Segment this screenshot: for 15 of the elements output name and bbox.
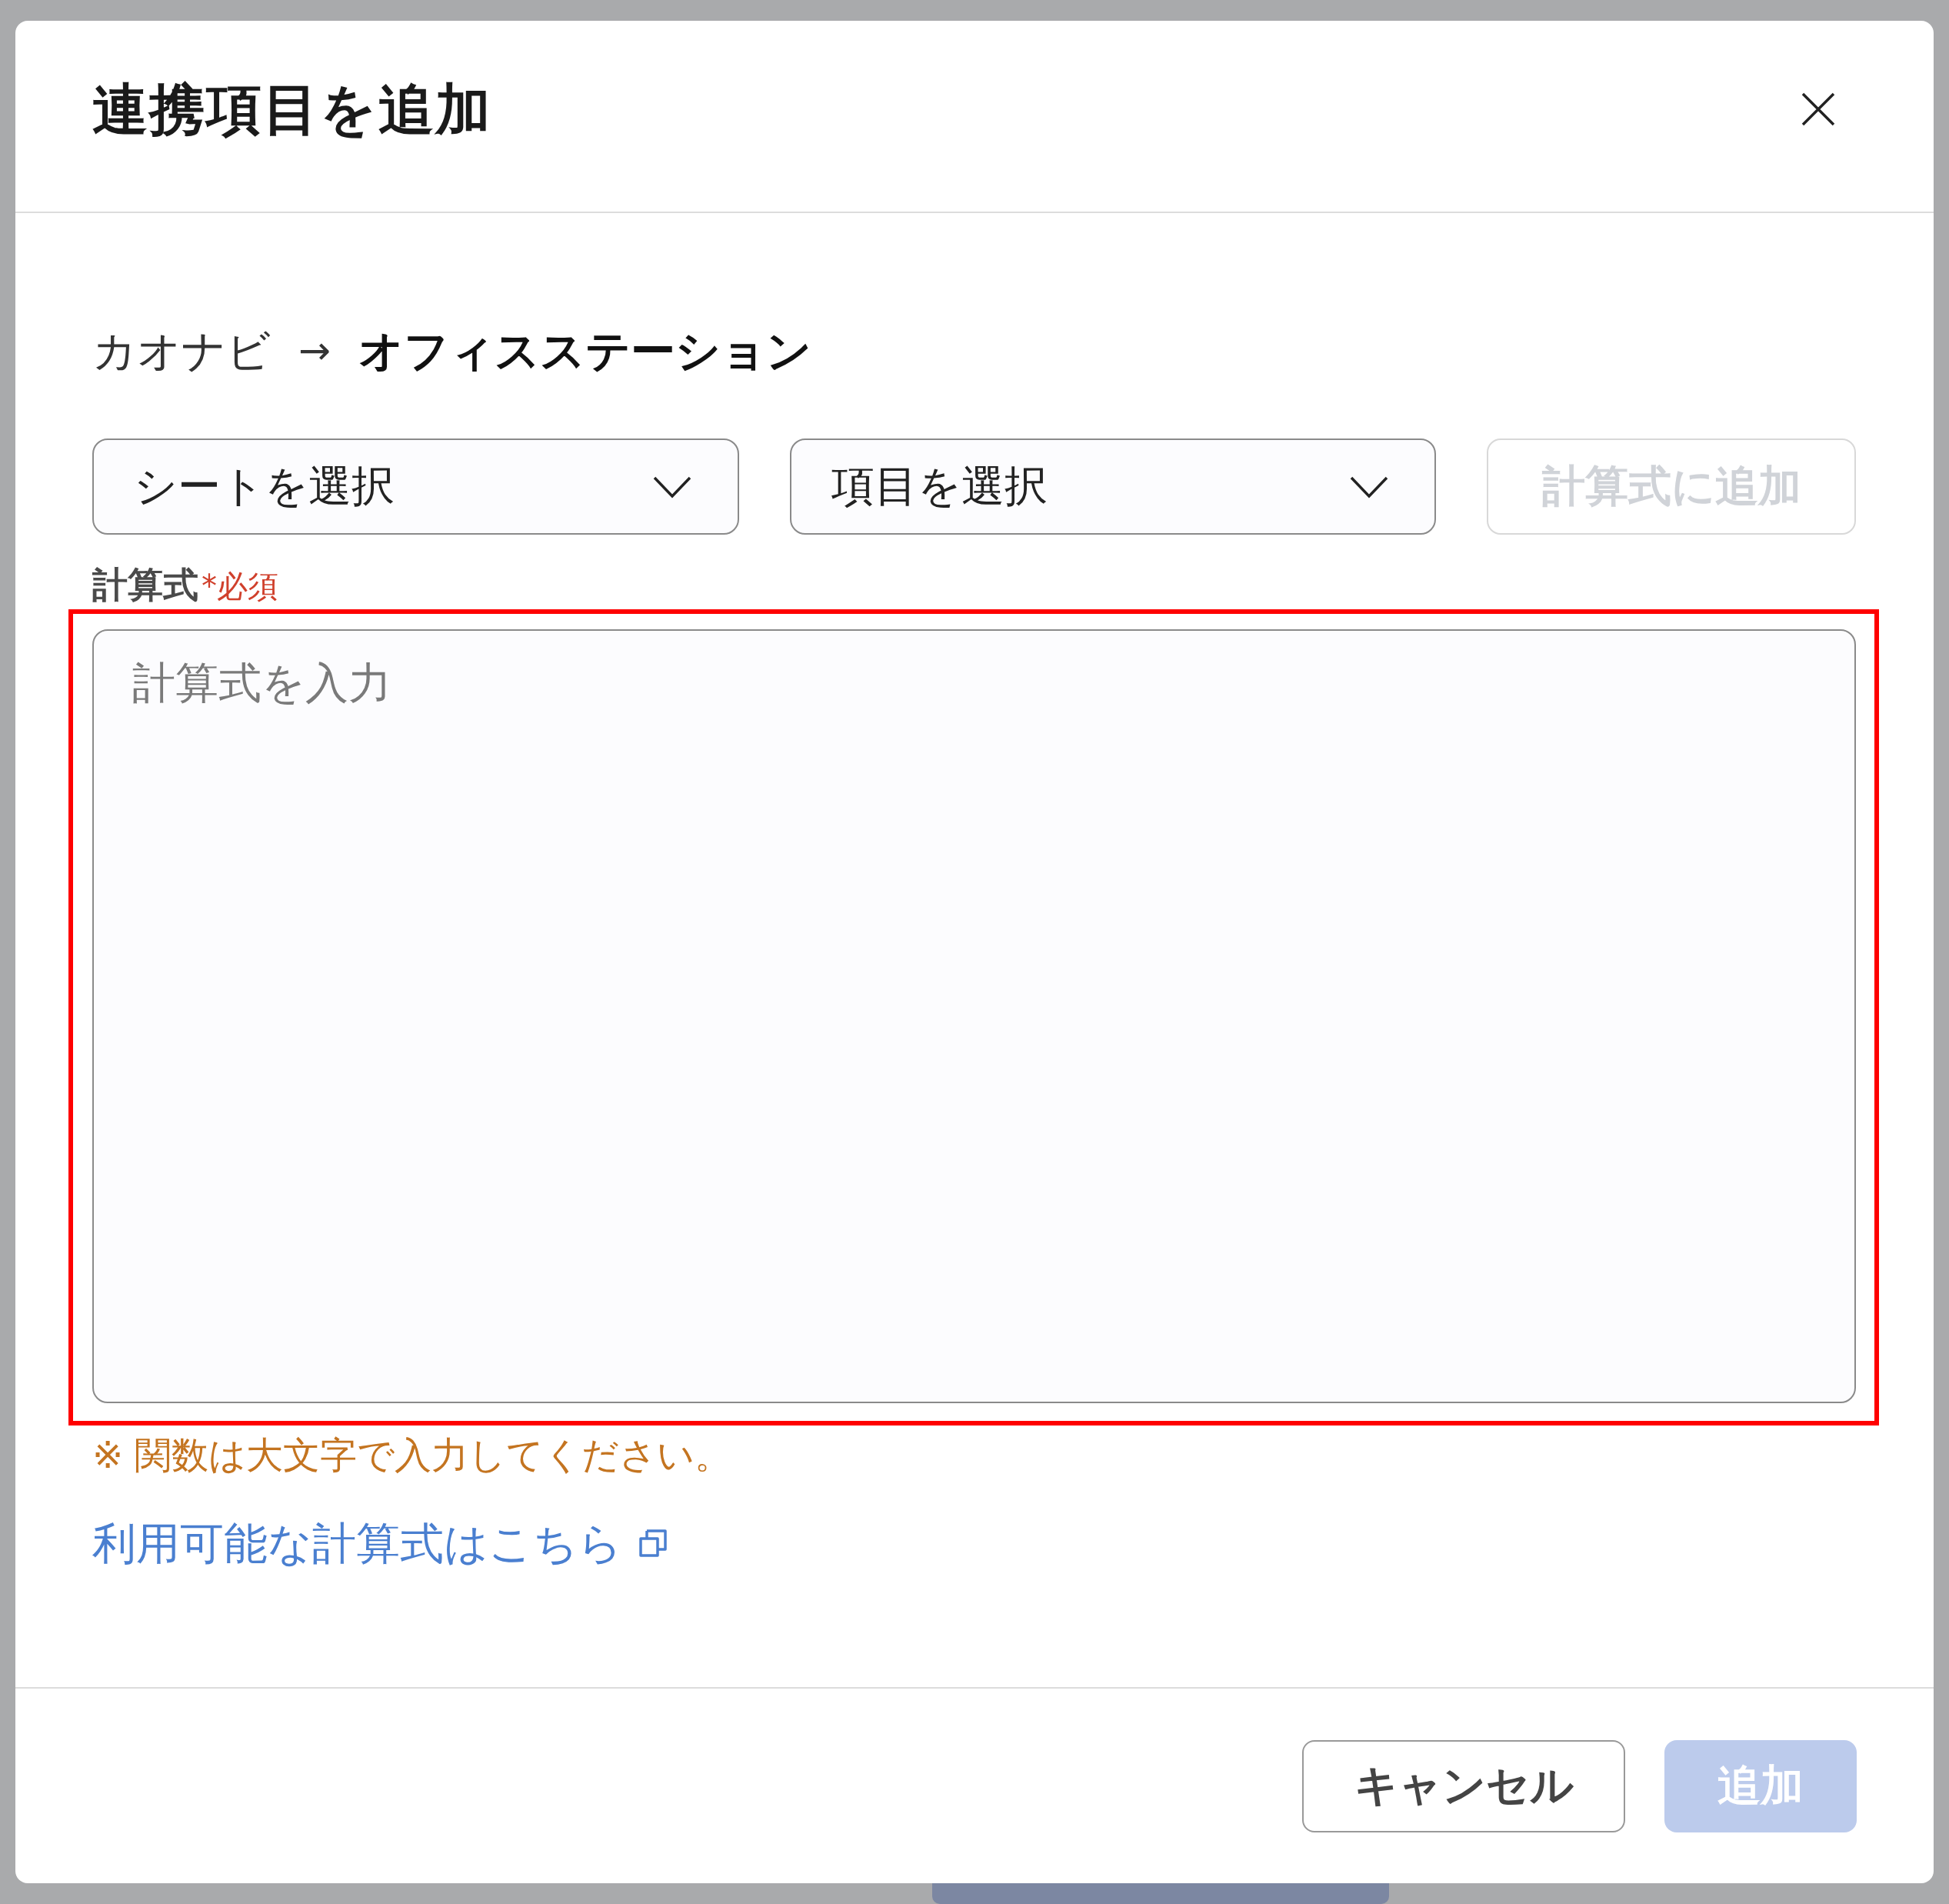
source-app-name: カオナビ [92,325,271,378]
required-mark: *必須 [202,568,278,605]
chevron-down-icon [652,475,691,499]
formula-note: ※ 関数は大文字で入力してください。 [92,1432,732,1478]
select-dropdown[interactable]: シートを選択 [92,438,739,535]
dialog-title: 連携項目を追加 [92,76,492,143]
select-dropdown[interactable]: 項目を選択 [789,438,1436,535]
target-app-name: オフィスステーション [358,324,811,378]
close-icon[interactable] [1801,92,1835,126]
chevron-down-icon [1350,475,1388,499]
field-label: 計算式 [92,563,198,606]
help-link[interactable]: 利用可能な計算式はこちら [92,1516,670,1571]
mapping-arrow: → [298,328,331,375]
formula-input[interactable]: 計算式を入力 [92,629,1856,1403]
cancel-button[interactable]: キャンセル [1302,1739,1625,1832]
